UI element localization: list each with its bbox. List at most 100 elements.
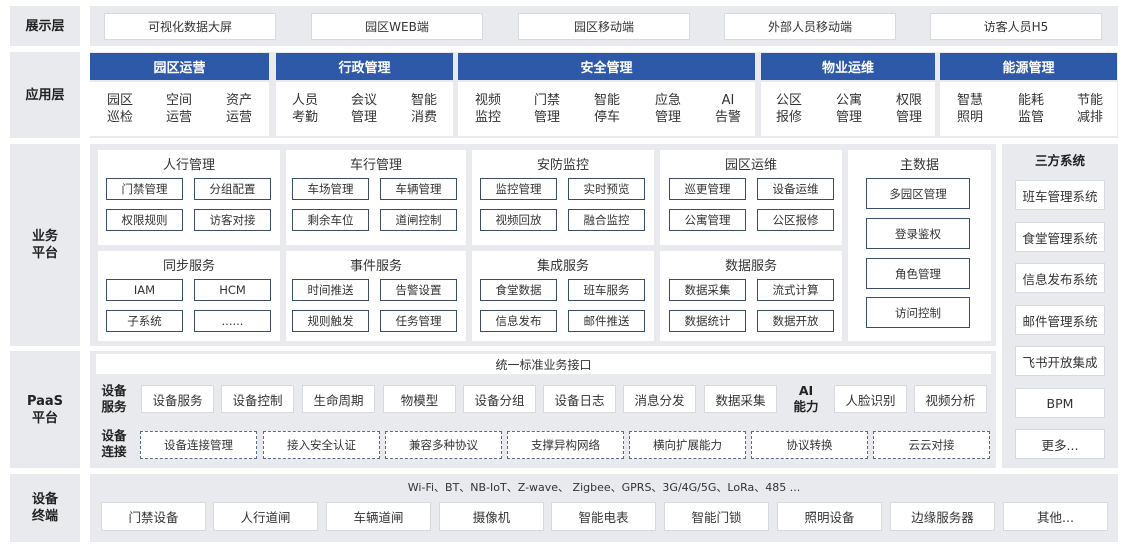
biz-item[interactable]: 规则触发: [292, 310, 369, 332]
paas-ai-item[interactable]: 视频分析: [914, 385, 987, 413]
biz-item[interactable]: 流式计算: [757, 279, 834, 301]
app-group-header[interactable]: 行政管理: [276, 53, 453, 80]
biz-item[interactable]: 巡更管理: [669, 178, 746, 200]
app-item[interactable]: 应急 管理: [642, 88, 694, 130]
paas-device-service-item[interactable]: 设备控制: [221, 385, 294, 413]
layer-label-paas: PaaS 平台: [10, 351, 80, 468]
device-item[interactable]: 车辆道闸: [326, 502, 431, 531]
biz-panel-title: 数据服务: [724, 258, 777, 274]
paas-device-conn-item[interactable]: 横向扩展能力: [629, 431, 746, 459]
biz-item[interactable]: HCM: [194, 279, 271, 301]
biz-item[interactable]: 车辆管理: [380, 178, 457, 200]
biz-item[interactable]: IAM: [106, 279, 183, 301]
paas-device-conn-item[interactable]: 设备连接管理: [140, 431, 257, 459]
device-item[interactable]: 摄像机: [439, 502, 544, 531]
display-item[interactable]: 外部人员移动端: [724, 13, 896, 40]
biz-item[interactable]: 分组配置: [194, 178, 271, 200]
biz-item[interactable]: 信息发布: [480, 310, 557, 332]
third-party-item[interactable]: 食堂管理系统: [1015, 222, 1105, 252]
biz-item[interactable]: 子系统: [106, 310, 183, 332]
app-item[interactable]: 人员 考勤: [280, 88, 330, 130]
biz-panel-title: 事件服务: [349, 258, 402, 274]
app-item[interactable]: 权限 管理: [883, 88, 935, 130]
biz-item[interactable]: 数据采集: [669, 279, 746, 301]
biz-item[interactable]: 实时预览: [568, 178, 645, 200]
display-item[interactable]: 园区WEB端: [311, 13, 483, 40]
app-item[interactable]: 空间 运营: [154, 88, 204, 130]
device-item[interactable]: 智能电表: [551, 502, 656, 531]
paas-device-service-item[interactable]: 设备日志: [543, 385, 616, 413]
third-party-title: 三方系统: [1034, 153, 1085, 168]
biz-item[interactable]: 车场管理: [292, 178, 369, 200]
app-item[interactable]: 视频 监控: [462, 88, 514, 130]
app-item[interactable]: 园区 巡检: [95, 88, 145, 130]
third-party-item[interactable]: 更多...: [1015, 429, 1105, 459]
app-item[interactable]: 会议 管理: [339, 88, 389, 130]
display-item[interactable]: 访客人员H5: [930, 13, 1102, 40]
biz-item[interactable]: 融合监控: [568, 209, 645, 231]
paas-device-conn-item[interactable]: 接入安全认证: [263, 431, 380, 459]
biz-item[interactable]: ......: [194, 310, 271, 332]
device-item[interactable]: 照明设备: [777, 502, 882, 531]
biz-item[interactable]: 监控管理: [480, 178, 557, 200]
paas-device-service-item[interactable]: 物模型: [383, 385, 456, 413]
third-party-item[interactable]: 飞书开放集成: [1015, 346, 1105, 376]
biz-item[interactable]: 时间推送: [292, 279, 369, 301]
paas-device-conn-item[interactable]: 云云对接: [873, 431, 990, 459]
biz-item[interactable]: 门禁管理: [106, 178, 183, 200]
biz-item[interactable]: 班车服务: [568, 279, 645, 301]
app-group-header[interactable]: 能源管理: [940, 53, 1117, 80]
third-party-item[interactable]: BPM: [1015, 388, 1105, 418]
display-item[interactable]: 园区移动端: [518, 13, 690, 40]
biz-item[interactable]: 设备运维: [757, 178, 834, 200]
biz-item[interactable]: 告警设置: [380, 279, 457, 301]
third-party-item[interactable]: 信息发布系统: [1015, 263, 1105, 293]
third-party-item[interactable]: 班车管理系统: [1015, 180, 1105, 210]
biz-item[interactable]: 权限规则: [106, 209, 183, 231]
app-group-header[interactable]: 园区运营: [90, 53, 269, 80]
biz-item[interactable]: 道闸控制: [380, 209, 457, 231]
app-item[interactable]: 节能 减排: [1064, 88, 1116, 130]
paas-device-service-item[interactable]: 设备分组: [463, 385, 536, 413]
paas-device-conn-item[interactable]: 支撑异构网络: [507, 431, 624, 459]
biz-item[interactable]: 食堂数据: [480, 279, 557, 301]
device-item[interactable]: 边缘服务器: [890, 502, 995, 531]
app-item[interactable]: 智能 消费: [398, 88, 450, 130]
device-item[interactable]: 智能门锁: [664, 502, 769, 531]
paas-device-conn-item[interactable]: 协议转换: [751, 431, 868, 459]
app-item[interactable]: 资产 运营: [213, 88, 265, 130]
app-group-header[interactable]: 安全管理: [458, 53, 755, 80]
paas-device-service-item[interactable]: 设备服务: [141, 385, 214, 413]
app-item[interactable]: 能耗 监管: [1005, 88, 1057, 130]
biz-item[interactable]: 公区报修: [757, 209, 834, 231]
biz-item[interactable]: 访客对接: [194, 209, 271, 231]
biz-item[interactable]: 邮件推送: [568, 310, 645, 332]
paas-device-service-item[interactable]: 生命周期: [302, 385, 375, 413]
biz-item[interactable]: 视频回放: [480, 209, 557, 231]
device-item[interactable]: 门禁设备: [101, 502, 206, 531]
app-item[interactable]: 智慧 照明: [944, 88, 996, 130]
app-item[interactable]: 门禁 管理: [521, 88, 573, 130]
app-item[interactable]: 公区 报修: [763, 88, 815, 130]
display-item[interactable]: 可视化数据大屏: [104, 13, 276, 40]
master-data-item[interactable]: 角色管理: [866, 258, 970, 289]
paas-device-service-item[interactable]: 消息分发: [623, 385, 696, 413]
app-item[interactable]: AI 告警: [702, 88, 754, 130]
app-item[interactable]: 公寓 管理: [823, 88, 875, 130]
device-item[interactable]: 人行道闸: [213, 502, 318, 531]
app-group-header[interactable]: 物业运维: [761, 53, 935, 80]
master-data-item[interactable]: 访问控制: [866, 297, 970, 328]
app-item[interactable]: 智能 停车: [581, 88, 633, 130]
biz-item[interactable]: 数据统计: [669, 310, 746, 332]
biz-item[interactable]: 任务管理: [380, 310, 457, 332]
paas-device-conn-item[interactable]: 兼容多种协议: [385, 431, 502, 459]
paas-device-service-item[interactable]: 数据采集: [704, 385, 777, 413]
master-data-item[interactable]: 登录鉴权: [866, 218, 970, 249]
biz-item[interactable]: 数据开放: [757, 310, 834, 332]
master-data-item[interactable]: 多园区管理: [866, 178, 970, 209]
paas-ai-item[interactable]: 人脸识别: [834, 385, 907, 413]
biz-item[interactable]: 公寓管理: [669, 209, 746, 231]
third-party-item[interactable]: 邮件管理系统: [1015, 305, 1105, 335]
biz-item[interactable]: 剩余车位: [292, 209, 369, 231]
device-item[interactable]: 其他...: [1003, 502, 1108, 531]
